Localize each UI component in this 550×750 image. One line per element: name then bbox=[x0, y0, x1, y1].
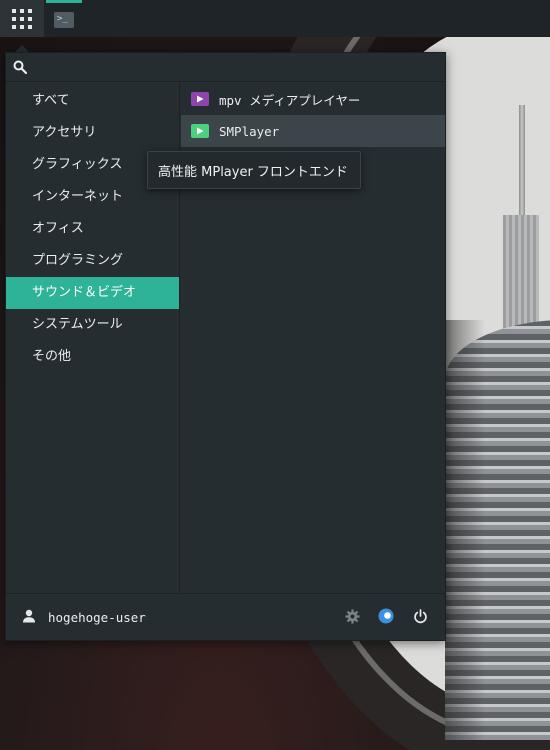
app-name: SMPlayer bbox=[219, 123, 280, 139]
category-item[interactable]: システムツール bbox=[6, 309, 179, 341]
taskbar-item-terminal[interactable]: >_ bbox=[46, 0, 82, 37]
category-item[interactable]: サウンド＆ビデオ bbox=[6, 277, 179, 309]
terminal-icon: >_ bbox=[54, 12, 74, 28]
power-button[interactable] bbox=[410, 608, 430, 628]
user-name: hogehoge-user bbox=[48, 610, 146, 625]
settings-button[interactable] bbox=[342, 608, 362, 628]
menu-pointer-arrow bbox=[15, 45, 29, 52]
lock-screen-button[interactable] bbox=[376, 608, 396, 628]
category-item[interactable]: その他 bbox=[6, 341, 179, 373]
lock-screen-icon bbox=[378, 608, 394, 628]
application-menu: すべて アクセサリ グラフィックス インターネット オフィス プログラミング サウンド＆ビデ… bbox=[5, 52, 446, 641]
search-bar bbox=[6, 53, 445, 82]
category-item[interactable]: アクセサリ bbox=[6, 117, 179, 149]
search-input[interactable] bbox=[34, 55, 445, 79]
gear-icon bbox=[344, 608, 360, 628]
top-panel: >_ bbox=[0, 0, 550, 37]
app-grid-icon bbox=[12, 8, 32, 29]
app-name: mpv メディアプレイヤー bbox=[219, 92, 361, 108]
tower-shadow bbox=[445, 320, 485, 740]
category-item[interactable]: プログラミング bbox=[6, 245, 179, 277]
smplayer-play-icon bbox=[191, 124, 209, 138]
user-account-button[interactable]: hogehoge-user bbox=[22, 602, 146, 634]
app-tooltip: 高性能 MPlayer フロントエンド bbox=[147, 151, 361, 189]
applications-menu-button[interactable] bbox=[0, 0, 44, 37]
mpv-play-icon bbox=[191, 92, 209, 106]
power-icon bbox=[413, 608, 428, 628]
category-item[interactable]: すべて bbox=[6, 85, 179, 117]
app-item[interactable]: SMPlayer bbox=[181, 115, 445, 147]
menu-footer: hogehoge-user bbox=[6, 593, 445, 641]
app-item[interactable]: mpv メディアプレイヤー bbox=[181, 83, 445, 115]
category-item[interactable]: オフィス bbox=[6, 213, 179, 245]
user-icon bbox=[22, 608, 36, 627]
search-icon bbox=[6, 53, 34, 81]
